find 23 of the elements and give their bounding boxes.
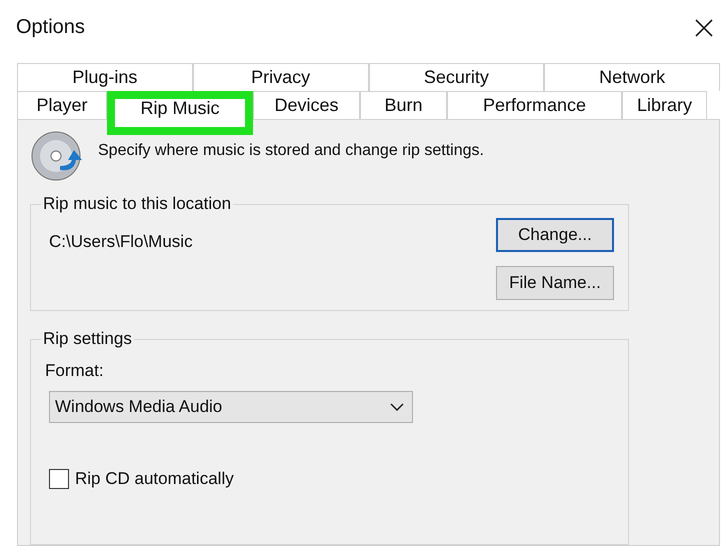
dialog-button[interactable]: File Name... bbox=[496, 266, 614, 300]
tab[interactable]: Burn bbox=[360, 91, 447, 119]
close-icon[interactable] bbox=[694, 18, 714, 38]
description-text: Specify where music is stored and change rip settings. bbox=[98, 142, 484, 160]
checkbox[interactable] bbox=[49, 469, 69, 489]
tab[interactable]: Devices bbox=[253, 91, 360, 119]
tab[interactable]: Privacy bbox=[192, 63, 368, 91]
tab[interactable]: Rip Music bbox=[107, 91, 253, 135]
tab[interactable]: Security bbox=[368, 63, 544, 91]
tab[interactable]: Plug-ins bbox=[17, 63, 193, 91]
window-title: Options bbox=[16, 16, 85, 39]
chevron-icon bbox=[390, 403, 404, 411]
tab[interactable]: Player bbox=[17, 91, 107, 119]
format-label: Format: bbox=[45, 361, 105, 381]
folder-path: C:\Users\Flo\Music bbox=[49, 232, 193, 253]
group-title: Rip music to this location bbox=[42, 194, 232, 214]
tab[interactable]: Library bbox=[622, 91, 707, 119]
tab[interactable]: Performance bbox=[447, 91, 622, 119]
format-dropdown[interactable]: Windows Media Audio bbox=[49, 391, 413, 423]
dialog-button[interactable]: Change... bbox=[496, 218, 614, 252]
checkbox-label: Rip CD automatically bbox=[75, 469, 234, 489]
group-title: Rip settings bbox=[42, 329, 133, 349]
tab[interactable]: Network bbox=[544, 63, 720, 91]
